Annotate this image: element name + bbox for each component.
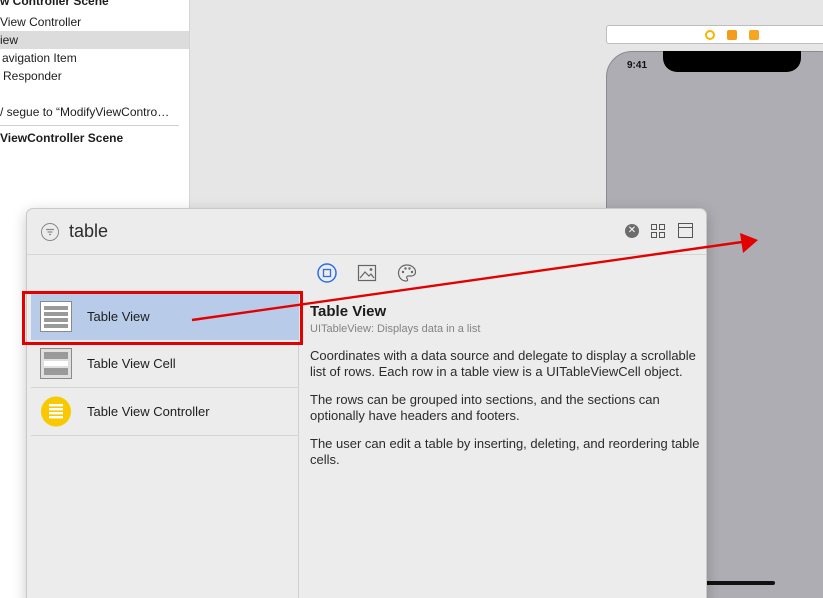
annotation-arrow-line bbox=[191, 240, 743, 322]
annotation-arrow-head bbox=[740, 233, 758, 253]
annotation-overlay bbox=[191, 233, 758, 322]
